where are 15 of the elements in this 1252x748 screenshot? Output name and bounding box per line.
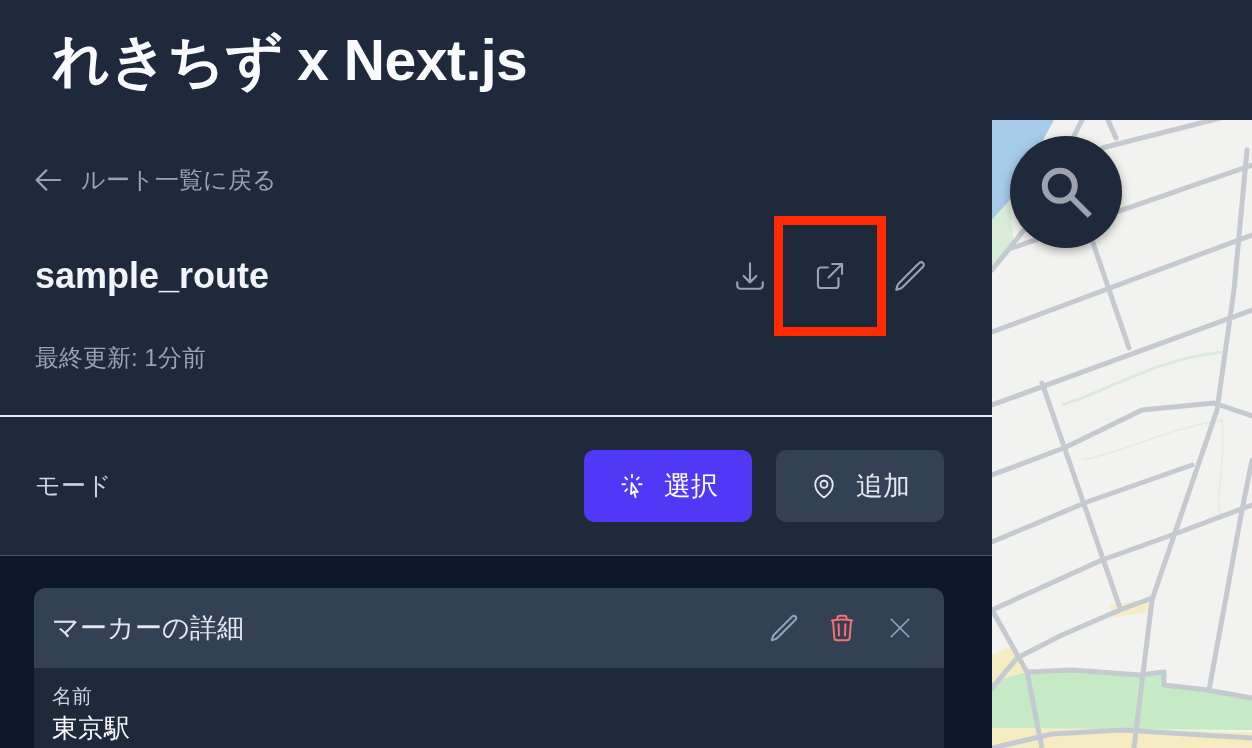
mode-label: モード <box>35 470 112 502</box>
street-map[interactable] <box>992 120 1252 748</box>
mode-button[interactable]: 追加 <box>776 450 944 522</box>
card-title: マーカーの詳細 <box>52 611 244 645</box>
pencil-icon <box>769 613 799 643</box>
last-updated-text: 最終更新: 1分前 <box>35 343 206 373</box>
field-label: 名前 <box>52 684 92 708</box>
back-link[interactable]: ルート一覧に戻る <box>35 165 277 195</box>
field-value: 東京駅 <box>52 712 130 744</box>
arrow-left-icon <box>35 169 63 191</box>
mode-button[interactable]: 選択 <box>584 450 752 522</box>
download-icon <box>733 259 767 293</box>
route-name: sample_route <box>35 254 270 298</box>
pencil-icon <box>893 259 927 293</box>
app-title: れきちず x Next.js <box>52 28 528 92</box>
